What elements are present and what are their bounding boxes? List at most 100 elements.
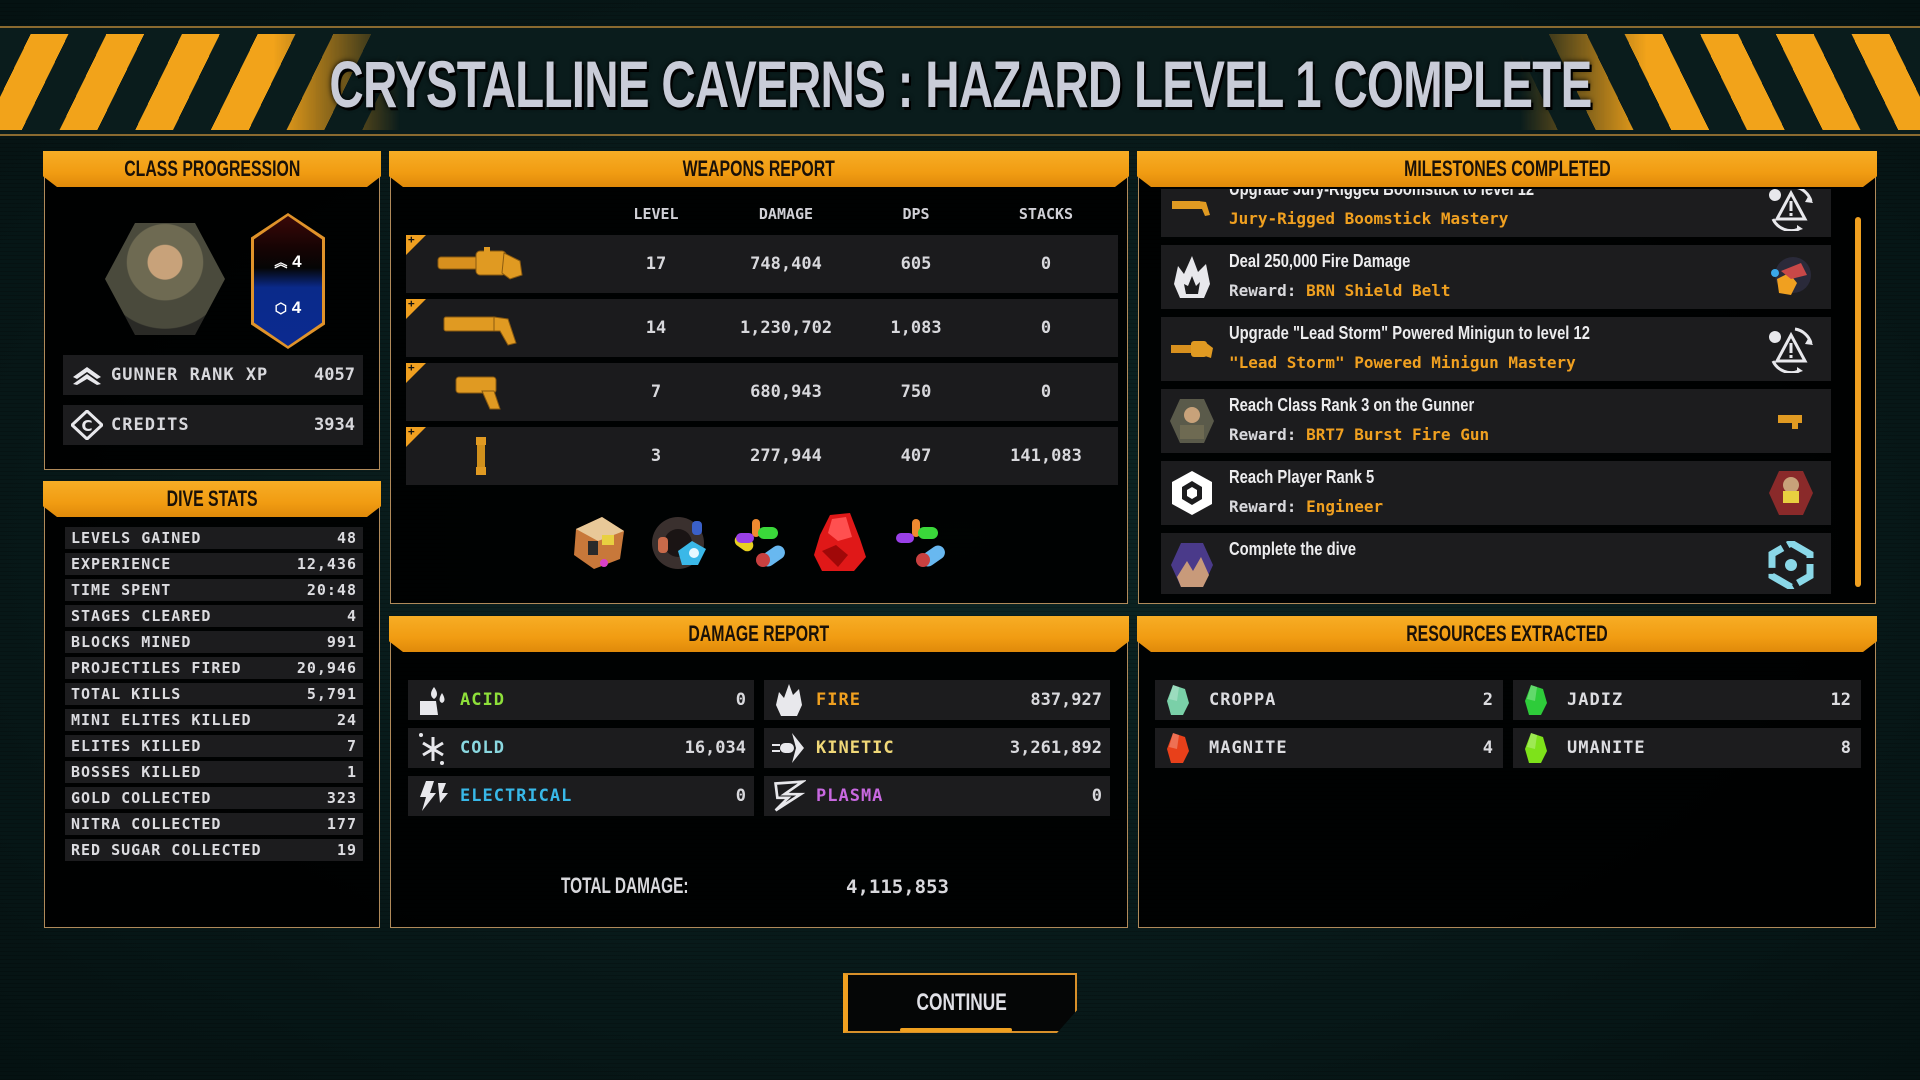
- milestone-item: Complete the dive: [1161, 533, 1831, 594]
- milestone-item: Reach Class Rank 3 on the Gunner Reward:…: [1161, 389, 1831, 453]
- dive-stat-label: ELITES KILLED: [71, 737, 202, 755]
- dive-stat-value: 5,791: [306, 685, 357, 703]
- weapons-report-panel: WEAPONS REPORT LEVEL DAMAGE DPS STACKS 1…: [390, 152, 1128, 604]
- weapons-table-header: LEVEL DAMAGE DPS STACKS: [391, 205, 1127, 229]
- pills-icon: [888, 511, 950, 573]
- weapon-dps: 1,083: [890, 318, 942, 338]
- resource-row: CROPPA 2: [1155, 680, 1503, 720]
- upgrade-corner-icon: [406, 425, 426, 447]
- dive-stat-value: 991: [326, 633, 357, 651]
- resource-label: MAGNITE: [1209, 738, 1288, 758]
- acid-icon: [416, 683, 450, 717]
- dive-stats-panel: DIVE STATS LEVELS GAINED 48 EXPERIENCE 12,4…: [44, 482, 380, 928]
- reward-prefix: Reward:: [1229, 497, 1307, 516]
- reward-prefix: Reward:: [1229, 425, 1307, 444]
- milestone-reward: "Lead Storm" Powered Minigun Mastery: [1229, 353, 1576, 372]
- continue-underline: [900, 1028, 1012, 1032]
- resource-value: 2: [1482, 690, 1493, 710]
- dive-stat-value: 24: [336, 711, 357, 729]
- weapon-stacks: 0: [1040, 254, 1052, 274]
- resource-row: JADIZ 12: [1513, 680, 1861, 720]
- dive-stat-label: PROJECTILES FIRED: [71, 659, 242, 677]
- player-rank-icon: [1167, 469, 1217, 517]
- total-damage-label: TOTAL DAMAGE:: [561, 873, 689, 898]
- reward-value: BRN Shield Belt: [1306, 281, 1451, 300]
- weapon-damage: 680,943: [750, 382, 822, 402]
- upgrade-corner-icon: [406, 233, 426, 255]
- weapon-row[interactable]: 17 748,404 605 0: [406, 233, 1118, 293]
- weapon-row[interactable]: 3 277,944 407 141,083: [406, 425, 1118, 485]
- milestone-reward: Jury-Rigged Boomstick Mastery: [1229, 209, 1508, 228]
- milestone-title: Upgrade Jury-Rigged Boomstick to level 1…: [1229, 189, 1535, 199]
- dive-stat-value: 177: [326, 815, 357, 833]
- fire-icon: [772, 683, 806, 717]
- class-progression-panel: CLASS PROGRESSION ︽ 4 ⬡ 4 GUNNER RANK XP…: [44, 152, 380, 470]
- column-header-damage: DAMAGE: [758, 205, 814, 223]
- dive-stat-row: STAGES CLEARED 4: [65, 605, 363, 627]
- milestones-list: Upgrade Jury-Rigged Boomstick to level 1…: [1161, 189, 1831, 594]
- dive-stat-label: STAGES CLEARED: [71, 607, 212, 625]
- damage-type-value: 837,927: [1030, 690, 1102, 710]
- milestone-reward: Reward: BRT7 Burst Fire Gun: [1229, 425, 1489, 444]
- milestone-reward: Reward: BRN Shield Belt: [1229, 281, 1451, 300]
- resource-value: 8: [1840, 738, 1851, 758]
- shield-belt-icon: [1765, 253, 1817, 301]
- dive-stat-label: TIME SPENT: [71, 581, 172, 599]
- dive-stat-row: TIME SPENT 20:48: [65, 579, 363, 601]
- gunner-portrait: [105, 223, 225, 335]
- dive-stat-value: 48: [336, 529, 357, 547]
- dive-stat-value: 19: [336, 841, 357, 859]
- player-rank-icon: ⬡: [274, 300, 288, 316]
- panel-header: CLASS PROGRESSION: [43, 151, 381, 187]
- mastery-icon: [1765, 189, 1817, 231]
- dive-stat-value: 12,436: [296, 555, 357, 573]
- weapon-stacks: 0: [1040, 382, 1052, 402]
- credits-row: C CREDITS 3934: [63, 405, 363, 445]
- milestone-title: Complete the dive: [1229, 539, 1357, 559]
- minigun-icon: [1167, 325, 1217, 373]
- cold-icon: [416, 731, 450, 765]
- mission-complete-title: CRYSTALLINE CAVERNS : HAZARD LEVEL 1 COM…: [328, 47, 1592, 121]
- hazard-banner: CRYSTALLINE CAVERNS : HAZARD LEVEL 1 COM…: [0, 26, 1920, 136]
- column-header-dps: DPS: [902, 205, 930, 223]
- weapon-row[interactable]: 14 1,230,702 1,083 0: [406, 297, 1118, 357]
- dive-stat-value: 323: [326, 789, 357, 807]
- damage-type-row: ELECTRICAL 0: [408, 776, 754, 816]
- damage-type-label: FIRE: [816, 690, 861, 710]
- weapon-level: 3: [650, 446, 662, 466]
- resource-value: 12: [1830, 690, 1851, 710]
- reward-value: Jury-Rigged Boomstick Mastery: [1229, 209, 1509, 228]
- resource-value: 4: [1482, 738, 1493, 758]
- milestones-scrollbar[interactable]: [1855, 217, 1861, 587]
- panel-header: RESOURCES EXTRACTED: [1137, 616, 1877, 652]
- weapon-dps: 750: [900, 382, 932, 402]
- class-rank: ︽ 4: [274, 252, 302, 271]
- weapon-dps: 407: [900, 446, 932, 466]
- dive-stat-row: BOSSES KILLED 1: [65, 761, 363, 783]
- damage-type-row: COLD 16,034: [408, 728, 754, 768]
- damage-type-value: 0: [735, 786, 746, 806]
- milestone-item: Deal 250,000 Fire Damage Reward: BRN Shi…: [1161, 245, 1831, 309]
- damage-type-label: ACID: [460, 690, 505, 710]
- boomstick-icon: [1167, 189, 1217, 231]
- red-sugar-icon: [808, 511, 870, 573]
- weapon-level: 7: [650, 382, 662, 402]
- chevron-rank-icon: ︽: [274, 255, 288, 270]
- dive-stat-row: PROJECTILES FIRED 20,946: [65, 657, 363, 679]
- damage-type-row: FIRE 837,927: [764, 680, 1110, 720]
- pills-icon: [728, 511, 790, 573]
- weapon-damage: 1,230,702: [739, 318, 833, 338]
- dive-stat-row: ELITES KILLED 7: [65, 735, 363, 757]
- dive-stat-row: GOLD COLLECTED 323: [65, 787, 363, 809]
- upgrade-corner-icon: [406, 297, 426, 319]
- boomstick-icon: [436, 309, 526, 347]
- panel-header: WEAPONS REPORT: [389, 151, 1129, 187]
- dive-stat-row: RED SUGAR COLLECTED 19: [65, 839, 363, 861]
- upgrade-corner-icon: [406, 361, 426, 383]
- continue-button[interactable]: CONTINUE: [843, 973, 1077, 1033]
- weapon-row[interactable]: 7 680,943 750 0: [406, 361, 1118, 421]
- column-header-stacks: STACKS: [1018, 205, 1074, 223]
- reward-value: Engineer: [1306, 497, 1384, 516]
- rank-xp-value: 4057: [314, 365, 355, 385]
- chevron-rank-icon: [73, 367, 101, 385]
